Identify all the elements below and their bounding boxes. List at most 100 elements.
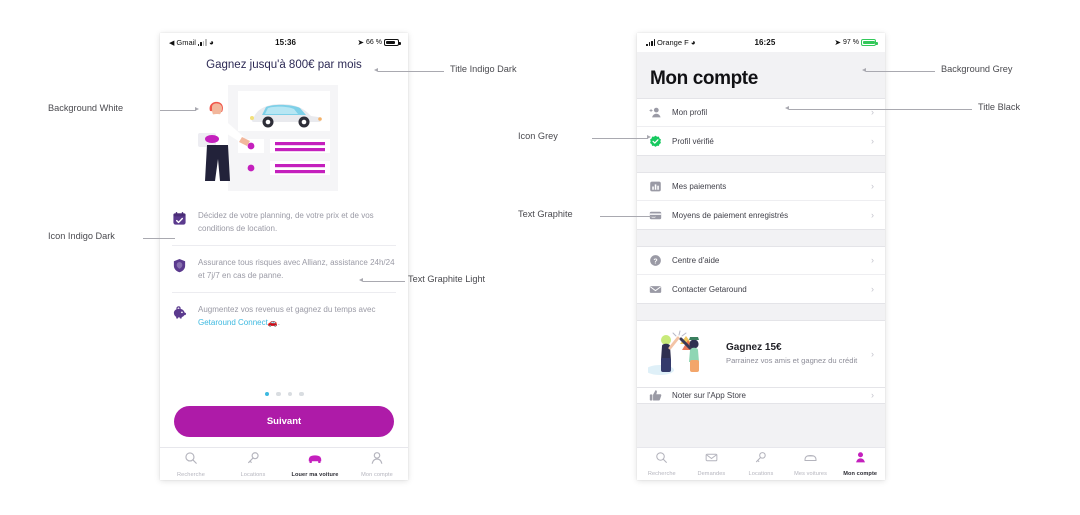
tab-locations[interactable]: Locations	[736, 451, 786, 477]
annotation-arrowhead	[862, 68, 866, 72]
list-item-label: Noter sur l'App Store	[672, 391, 747, 400]
tab-recherche[interactable]: Recherche	[637, 451, 687, 477]
promo-text: Gagnez 15€ Parrainez vos amis et gagnez …	[726, 342, 861, 366]
annotation-title-black: Title Black	[978, 102, 1021, 112]
chevron-right-icon: ›	[871, 135, 874, 146]
account-header: Mon compte	[637, 52, 885, 98]
annotation-leader-line	[866, 70, 935, 72]
tab-bar-right[interactable]: Recherche Demandes Locations Mes voiture…	[637, 447, 885, 480]
location-arrow-icon: ➤	[834, 38, 842, 47]
thumbs-up-icon	[648, 389, 662, 402]
annotation-arrowhead	[359, 278, 363, 282]
location-arrow-icon: ➤	[357, 38, 365, 47]
onboarding-screen: Gagnez jusqu'à 800€ par mois Décidez de …	[160, 52, 408, 480]
annotated-mockup-canvas: ◀ Gmail ◕ 15:36 ➤ 66 % Gagnez jusqu'à 80…	[0, 0, 1080, 515]
referral-promo-card[interactable]: Gagnez 15€ Parrainez vos amis et gagnez …	[637, 320, 885, 387]
list-item-moyens-de-paiement[interactable]: Moyens de paiement enregistrés ›	[637, 201, 885, 229]
person-icon	[370, 451, 384, 470]
key-icon	[246, 451, 260, 470]
list-item-mon-profil[interactable]: Mon profil ›	[637, 99, 885, 127]
onboarding-pagination[interactable]	[160, 385, 408, 403]
friends-high-five-illustration	[648, 330, 716, 378]
key-icon	[754, 451, 767, 469]
carrier-label: Orange F	[657, 38, 689, 47]
annotation-text-graphite: Text Graphite	[518, 209, 573, 219]
tab-label: Demandes	[697, 471, 726, 477]
pagination-dot[interactable]	[299, 391, 304, 396]
next-button[interactable]: Suivant	[174, 406, 394, 437]
getaround-connect-link[interactable]: Getaround Connect	[198, 318, 268, 327]
list-group-profile: Mon profil › Profil vérifié ›	[637, 98, 885, 156]
annotation-leader-line	[592, 137, 648, 139]
person-add-icon	[648, 106, 662, 119]
signal-bars-icon	[197, 39, 207, 46]
list-item-label: Centre d'aide	[672, 256, 720, 265]
question-circle-icon: ?	[648, 254, 662, 267]
tab-label: Louer ma voiture	[291, 471, 339, 478]
annotation-background-white: Background White	[48, 103, 124, 113]
account-screen: Mon compte Mon profil › Profil vérifié ›…	[637, 52, 885, 480]
search-icon	[184, 451, 198, 470]
annotation-arrowhead	[374, 68, 378, 72]
tab-mon-compte[interactable]: Mon compte	[835, 451, 885, 477]
annotation-background-grey: Background Grey	[941, 64, 1013, 74]
pagination-dot[interactable]	[264, 391, 269, 396]
annotation-leader-line	[143, 237, 175, 239]
chevron-right-icon: ›	[871, 255, 874, 265]
feature-text-planning: Décidez de votre planning, de votre prix…	[198, 211, 374, 233]
list-group-rate: Noter sur l'App Store ›	[637, 387, 885, 404]
list-item-label: Contacter Getaround	[672, 284, 747, 294]
tab-recherche[interactable]: Recherche	[160, 451, 222, 478]
tab-mes-voitures[interactable]: Mes voitures	[786, 451, 836, 477]
bar-chart-icon	[648, 180, 662, 193]
battery-percent: 97 %	[843, 39, 859, 46]
annotation-arrowhead	[785, 106, 789, 110]
tab-label: Mes voitures	[794, 471, 828, 477]
list-group-payments: Mes paiements › Moyens de paiement enreg…	[637, 172, 885, 230]
feature-text-revenue-before: Augmentez vos revenus et gagnez du temps…	[198, 305, 376, 314]
page-title: Mon compte	[650, 68, 758, 89]
tab-label: Locations	[240, 471, 266, 478]
piggy-bank-icon	[172, 304, 187, 325]
signal-bars-icon	[646, 39, 655, 46]
account-list[interactable]: Mon profil › Profil vérifié › Mes paieme…	[637, 98, 885, 447]
list-item-noter-app-store[interactable]: Noter sur l'App Store ›	[637, 388, 885, 403]
promo-title: Gagnez 15€	[726, 342, 782, 353]
shield-insurance-icon	[172, 257, 187, 278]
chevron-right-icon: ›	[871, 390, 874, 400]
search-icon	[655, 451, 668, 469]
chevron-right-icon: ›	[871, 209, 874, 220]
list-item-contacter-getaround[interactable]: Contacter Getaround ›	[637, 275, 885, 303]
tab-label: Recherche	[177, 471, 205, 478]
chevron-right-icon: ›	[871, 348, 874, 359]
tab-louer-ma-voiture[interactable]: Louer ma voiture	[284, 451, 346, 478]
car-icon	[803, 451, 818, 469]
list-item-centre-d-aide[interactable]: ? Centre d'aide ›	[637, 247, 885, 275]
annotation-icon-grey: Icon Grey	[518, 131, 558, 141]
tab-label: Mon compte	[843, 471, 878, 477]
feature-text-revenue: Augmentez vos revenus et gagnez du temps…	[198, 304, 396, 329]
tab-bar-left[interactable]: Recherche Locations Louer ma voiture Mon…	[160, 447, 408, 480]
tab-label: Recherche	[647, 471, 676, 477]
host-presenting-car-listing-illustration	[160, 77, 408, 199]
list-group-support: ? Centre d'aide › Contacter Getaround ›	[637, 246, 885, 304]
pagination-dot[interactable]	[287, 391, 292, 396]
calendar-check-icon	[172, 210, 187, 231]
annotation-leader-line	[789, 108, 972, 110]
annotation-leader-line	[600, 215, 655, 217]
status-bar-right: Orange F ◕ 16:25 ➤ 97 %	[637, 33, 885, 52]
annotation-arrowhead	[195, 107, 199, 111]
tab-mon-compte[interactable]: Mon compte	[346, 451, 408, 478]
pagination-dot[interactable]	[276, 391, 281, 396]
onboarding-title: Gagnez jusqu'à 800€ par mois	[206, 59, 362, 71]
status-time: 15:36	[275, 38, 297, 47]
svg-text:?: ?	[653, 258, 657, 265]
feature-text-insurance: Assurance tous risques avec Allianz, ass…	[198, 258, 395, 280]
list-item-mes-paiements[interactable]: Mes paiements ›	[637, 173, 885, 201]
tab-demandes[interactable]: Demandes	[687, 451, 737, 477]
feature-list: Décidez de votre planning, de votre prix…	[160, 199, 408, 385]
list-item-profil-verifie[interactable]: Profil vérifié ›	[637, 127, 885, 155]
connect-device-icon: 🚗	[267, 317, 278, 327]
tab-locations[interactable]: Locations	[222, 451, 284, 478]
car-icon	[307, 451, 323, 470]
